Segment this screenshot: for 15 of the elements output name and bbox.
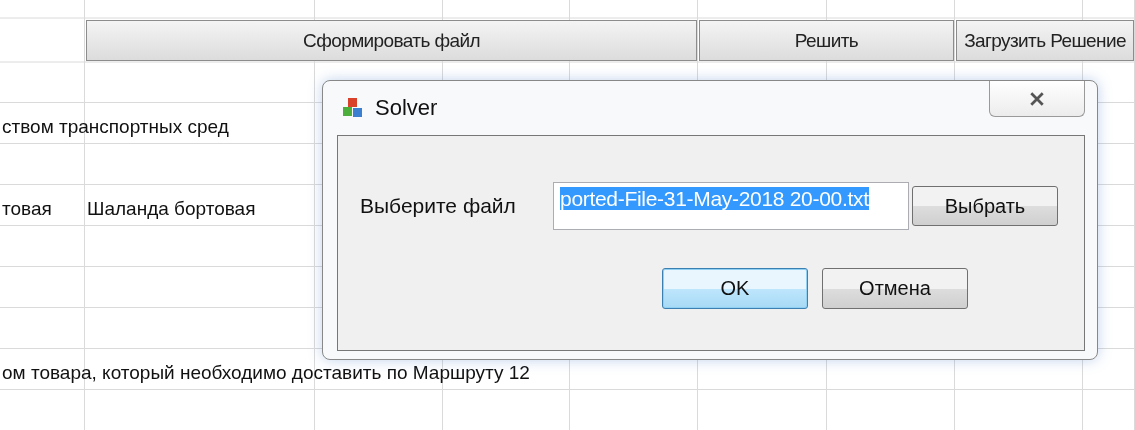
dialog-button[interactable]: Отмена (822, 268, 968, 309)
browse-button[interactable]: Выбрать (912, 186, 1058, 226)
sheet-button[interactable]: Решить (699, 20, 954, 61)
close-icon (1029, 91, 1045, 106)
sheet-button[interactable]: Сформировать файл (86, 20, 697, 61)
field-label: Выберите файл (360, 194, 517, 218)
cell-text: ством транспортных сред (2, 116, 229, 138)
cell-text: ом товара, который необходимо доставить по Маршруту 12 (2, 362, 530, 384)
close-button[interactable] (989, 81, 1085, 117)
dialog-button[interactable]: OK (662, 268, 808, 309)
sheet-button[interactable]: Загрузить Решение (956, 20, 1134, 61)
cubes-icon (341, 96, 365, 120)
cell-text: товая (2, 198, 52, 220)
window-title: Solver (375, 95, 438, 121)
cell-text: Шаланда бортовая (87, 198, 256, 220)
